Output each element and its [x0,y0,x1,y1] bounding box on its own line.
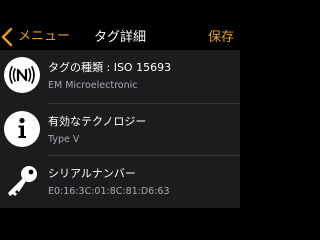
page-title: タグ詳細 [93,30,146,45]
serial-number-value: E0:16:3C:01:8C:81:D6:63 [48,186,170,197]
back-button[interactable]: メニュー [0,26,70,48]
tag-manufacturer-value: EM Microelectronic [48,80,138,91]
technologies-value: Type V [48,134,80,145]
navigation-bar: メニュー タグ詳細 保存 [0,0,240,52]
save-button[interactable]: 保存 [208,28,234,48]
technologies-label: 有効なテクノロジー [48,115,147,128]
list-item-serial-number: シリアルナンバー E0:16:3C:01:8C:81:D6:63 [0,156,240,208]
nfc-signal-icon [2,55,42,95]
tag-type-label: タグの種類 : ISO 15693 [48,61,172,74]
back-button-label: メニュー [18,29,71,44]
key-icon [2,161,42,201]
serial-number-label: シリアルナンバー [48,167,136,180]
info-icon [2,109,42,149]
list-item-tag-type: タグの種類 : ISO 15693 EM Microelectronic [0,50,240,102]
chevron-left-icon [1,27,13,47]
list-item-technologies: 有効なテクノロジー Type V [0,104,240,156]
